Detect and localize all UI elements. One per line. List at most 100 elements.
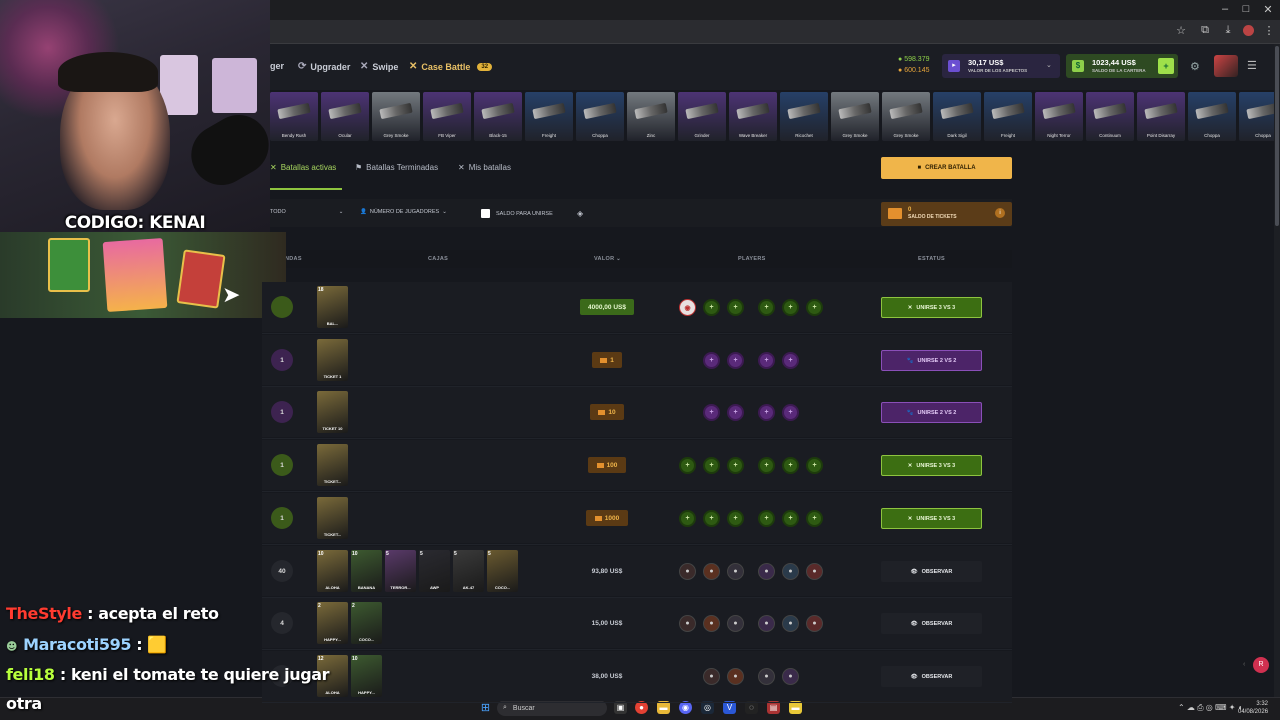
skins-value-dropdown[interactable]: ▸ 30,17 US$ VALOR DE LOS ASPECTOS ⌄ — [942, 54, 1060, 78]
system-tray[interactable]: ⌃ ☁ ⎙ ◎ ⌨ ✦ ◖ — [1178, 703, 1243, 713]
case-card[interactable]: 2 HAPPY... — [317, 602, 348, 644]
join-battle-button[interactable]: 🐾 UNIRSE 2 VS 2 — [881, 350, 982, 371]
balance-checkbox[interactable]: SALDO PARA UNIRSE — [481, 209, 553, 218]
join-slot-button[interactable]: + — [727, 404, 744, 421]
join-slot-button[interactable]: + — [782, 404, 799, 421]
skin-drop-card[interactable]: Night Terror — [1035, 92, 1083, 141]
skin-drop-card[interactable]: Black-15 — [474, 92, 522, 141]
maximize-button[interactable]: □ — [1236, 3, 1256, 15]
join-slot-button[interactable]: + — [703, 352, 720, 369]
join-slot-button[interactable]: + — [758, 299, 775, 316]
tab-active-battles[interactable]: ✕ Batallas activas — [270, 163, 336, 172]
nav-item-upgrader[interactable]: ⟳ Upgrader — [298, 61, 350, 72]
join-slot-button[interactable]: + — [703, 299, 720, 316]
case-card[interactable]: 5 COCO... — [487, 550, 518, 592]
menu-icon[interactable]: ⋮ — [1262, 24, 1276, 37]
star-icon[interactable]: ☆ — [1174, 24, 1188, 37]
join-battle-button[interactable]: 🐾 UNIRSE 2 VS 2 — [881, 402, 982, 423]
skin-drop-card[interactable]: Ocular — [321, 92, 369, 141]
join-slot-button[interactable]: + — [758, 352, 775, 369]
eraser-icon[interactable]: ◈ — [577, 209, 583, 218]
join-slot-button[interactable]: + — [703, 404, 720, 421]
case-card[interactable]: 18 BAL... — [317, 286, 348, 328]
close-window-button[interactable]: ✕ — [1258, 3, 1278, 16]
skin-drop-card[interactable]: Point Disarray — [1137, 92, 1185, 141]
case-card[interactable]: TICKET 1 — [317, 339, 348, 381]
join-slot-button[interactable]: + — [806, 299, 823, 316]
join-slot-button[interactable]: + — [727, 352, 744, 369]
case-card[interactable]: TICKET... — [317, 444, 348, 486]
join-slot-button[interactable]: + — [703, 510, 720, 527]
join-battle-button[interactable]: ✕ UNIRSE 3 VS 3 — [881, 455, 982, 476]
join-slot-button[interactable]: + — [703, 457, 720, 474]
skin-drop-card[interactable]: Grey Smoke — [882, 92, 930, 141]
nav-item-partial[interactable]: ger — [270, 61, 284, 71]
join-slot-button[interactable]: + — [727, 457, 744, 474]
join-slot-button[interactable]: + — [782, 299, 799, 316]
skin-drop-card[interactable]: Freight — [984, 92, 1032, 141]
case-card[interactable]: 5 AK-47 — [453, 550, 484, 592]
skin-drop-card[interactable]: Choppa — [576, 92, 624, 141]
settings-gear-icon[interactable]: ⚙ — [1190, 60, 1200, 73]
case-card[interactable]: 10 ALOHA — [317, 550, 348, 592]
case-card[interactable]: TICKET... — [317, 497, 348, 539]
join-slot-button[interactable]: + — [679, 510, 696, 527]
observe-button[interactable]: 👁 OBSERVAR — [881, 666, 982, 687]
hamburger-menu-icon[interactable]: ☰ — [1247, 59, 1257, 72]
case-card[interactable]: 2 COCO... — [351, 602, 382, 644]
case-card[interactable]: 10 HAPPY... — [351, 655, 382, 697]
join-slot-button[interactable]: + — [758, 457, 775, 474]
case-card[interactable]: 10 BANANA — [351, 550, 382, 592]
join-slot-button[interactable]: + — [758, 404, 775, 421]
join-slot-button[interactable]: + — [727, 510, 744, 527]
nav-item-swipe[interactable]: ✕ Swipe — [360, 61, 398, 72]
skin-drop-card[interactable]: Zinc — [627, 92, 675, 141]
case-card[interactable]: TICKET 10 — [317, 391, 348, 433]
tab-my-battles[interactable]: ✕ Mis batallas — [458, 163, 511, 172]
taskbar-clock[interactable]: 3:32 04/08/2026 — [1238, 700, 1268, 716]
chevron-left-icon[interactable]: ‹ — [1243, 661, 1245, 668]
profile-icon[interactable] — [1243, 25, 1254, 36]
skin-drop-card[interactable]: Choppa — [1188, 92, 1236, 141]
extensions-icon[interactable]: ⧉ — [1198, 24, 1212, 37]
skin-drop-card[interactable]: Ricochet — [780, 92, 828, 141]
skin-drop-card[interactable]: Grey Smoke — [372, 92, 420, 141]
create-battle-button[interactable]: ■ CREAR BATALLA — [881, 157, 1012, 179]
join-slot-button[interactable]: + — [782, 510, 799, 527]
join-battle-button[interactable]: ✕ UNIRSE 3 VS 3 — [881, 297, 982, 318]
scrollbar-thumb[interactable] — [1275, 46, 1279, 226]
skin-drop-card[interactable]: FB Viper — [423, 92, 471, 141]
user-avatar[interactable] — [1214, 55, 1238, 77]
players-filter-select[interactable]: 👤 NÚMERO DE JUGADORES ⌄ — [360, 209, 447, 215]
join-slot-button[interactable]: + — [679, 457, 696, 474]
checkbox-box[interactable] — [481, 209, 490, 218]
support-chat-icon[interactable]: R — [1253, 657, 1269, 673]
deposit-icon[interactable]: + — [1158, 58, 1174, 74]
join-slot-button[interactable]: + — [727, 299, 744, 316]
skin-drop-card[interactable]: Bendy Rush — [270, 92, 318, 141]
join-slot-button[interactable]: + — [782, 457, 799, 474]
skin-drop-card[interactable]: Dark Sigil — [933, 92, 981, 141]
observe-button[interactable]: 👁 OBSERVAR — [881, 561, 982, 582]
skin-drop-card[interactable]: Grey Smoke — [831, 92, 879, 141]
nav-item-case-battle[interactable]: ✕ Case Battle 32 — [409, 61, 493, 72]
join-battle-button[interactable]: ✕ UNIRSE 3 VS 3 — [881, 508, 982, 529]
case-card[interactable]: 5 TERROR... — [385, 550, 416, 592]
wallet-balance[interactable]: $ 1023,44 US$ SALDO DE LA CARTERA + — [1066, 54, 1178, 78]
header-value[interactable]: VALOR ⌄ — [594, 256, 621, 262]
mode-filter-select[interactable]: TODO ⌄ — [270, 209, 343, 215]
skin-drop-card[interactable]: Wave Breaker — [729, 92, 777, 141]
skin-drop-card[interactable]: Continuum — [1086, 92, 1134, 141]
minimize-button[interactable]: – — [1215, 3, 1235, 15]
tab-finished-battles[interactable]: ⚑ Batallas Terminadas — [355, 163, 438, 172]
info-icon[interactable]: i — [995, 208, 1005, 218]
join-slot-button[interactable]: + — [782, 352, 799, 369]
skin-drop-card[interactable]: Grinder — [678, 92, 726, 141]
observe-button[interactable]: 👁 OBSERVAR — [881, 613, 982, 634]
case-card[interactable]: 5 AWP — [419, 550, 450, 592]
join-slot-button[interactable]: + — [806, 457, 823, 474]
join-slot-button[interactable]: + — [806, 510, 823, 527]
skin-drop-card[interactable]: Freight — [525, 92, 573, 141]
join-slot-button[interactable]: + — [758, 510, 775, 527]
download-icon[interactable]: ⤓ — [1221, 24, 1235, 37]
